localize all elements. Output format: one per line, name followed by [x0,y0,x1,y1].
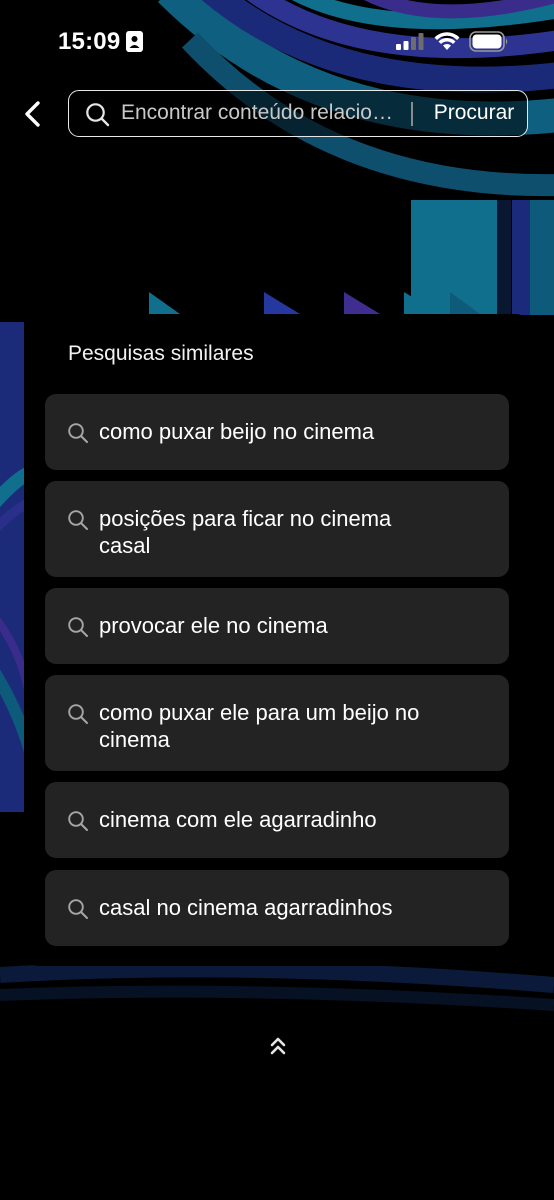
search-icon [68,423,88,443]
status-time: 15:09 [58,28,121,55]
suggestion-label: como puxar beijo no cinema [99,419,375,444]
suggestion-label: posições para ficar no cinema casal [99,506,392,558]
suggestion-label: cinema com ele agarradinho [99,807,377,832]
search-bar[interactable]: Procurar [68,90,528,137]
suggestion-label: casal no cinema agarradinhos [99,895,393,920]
suggestion-label: provocar ele no cinema [99,613,328,638]
search-divider [411,102,413,126]
suggestion-item[interactable]: como puxar ele para um beijo no cinema [45,675,509,771]
wifi-icon [434,32,460,50]
search-icon [68,510,88,530]
suggestion-item[interactable]: provocar ele no cinema [45,588,509,664]
search-input[interactable] [121,91,425,135]
double-chevron-up-icon [270,1037,286,1055]
suggestion-item[interactable]: casal no cinema agarradinhos [45,870,509,946]
battery-icon [469,31,508,52]
suggestion-item[interactable]: cinema com ele agarradinho [45,782,509,858]
search-icon [68,617,88,637]
suggestion-item[interactable]: como puxar beijo no cinema [45,394,509,470]
suggestion-label: como puxar ele para um beijo no cinema [99,700,420,752]
back-button[interactable] [14,96,50,132]
search-icon [68,704,88,724]
suggestion-item[interactable]: posições para ficar no cinema casal [45,481,509,577]
similar-searches-panel: Pesquisas similares como puxar beijo no … [24,314,530,966]
search-icon [68,811,88,831]
cellular-signal-icon [396,33,424,50]
search-icon [68,899,88,919]
id-badge-icon [126,31,143,52]
collapse-button[interactable] [264,1032,292,1060]
status-bar: 15:09 [0,0,554,84]
search-header: Procurar [0,84,554,146]
search-submit-button[interactable]: Procurar [424,91,524,135]
search-icon [86,103,110,127]
panel-title: Pesquisas similares [68,342,254,365]
chevron-left-icon [25,101,40,127]
